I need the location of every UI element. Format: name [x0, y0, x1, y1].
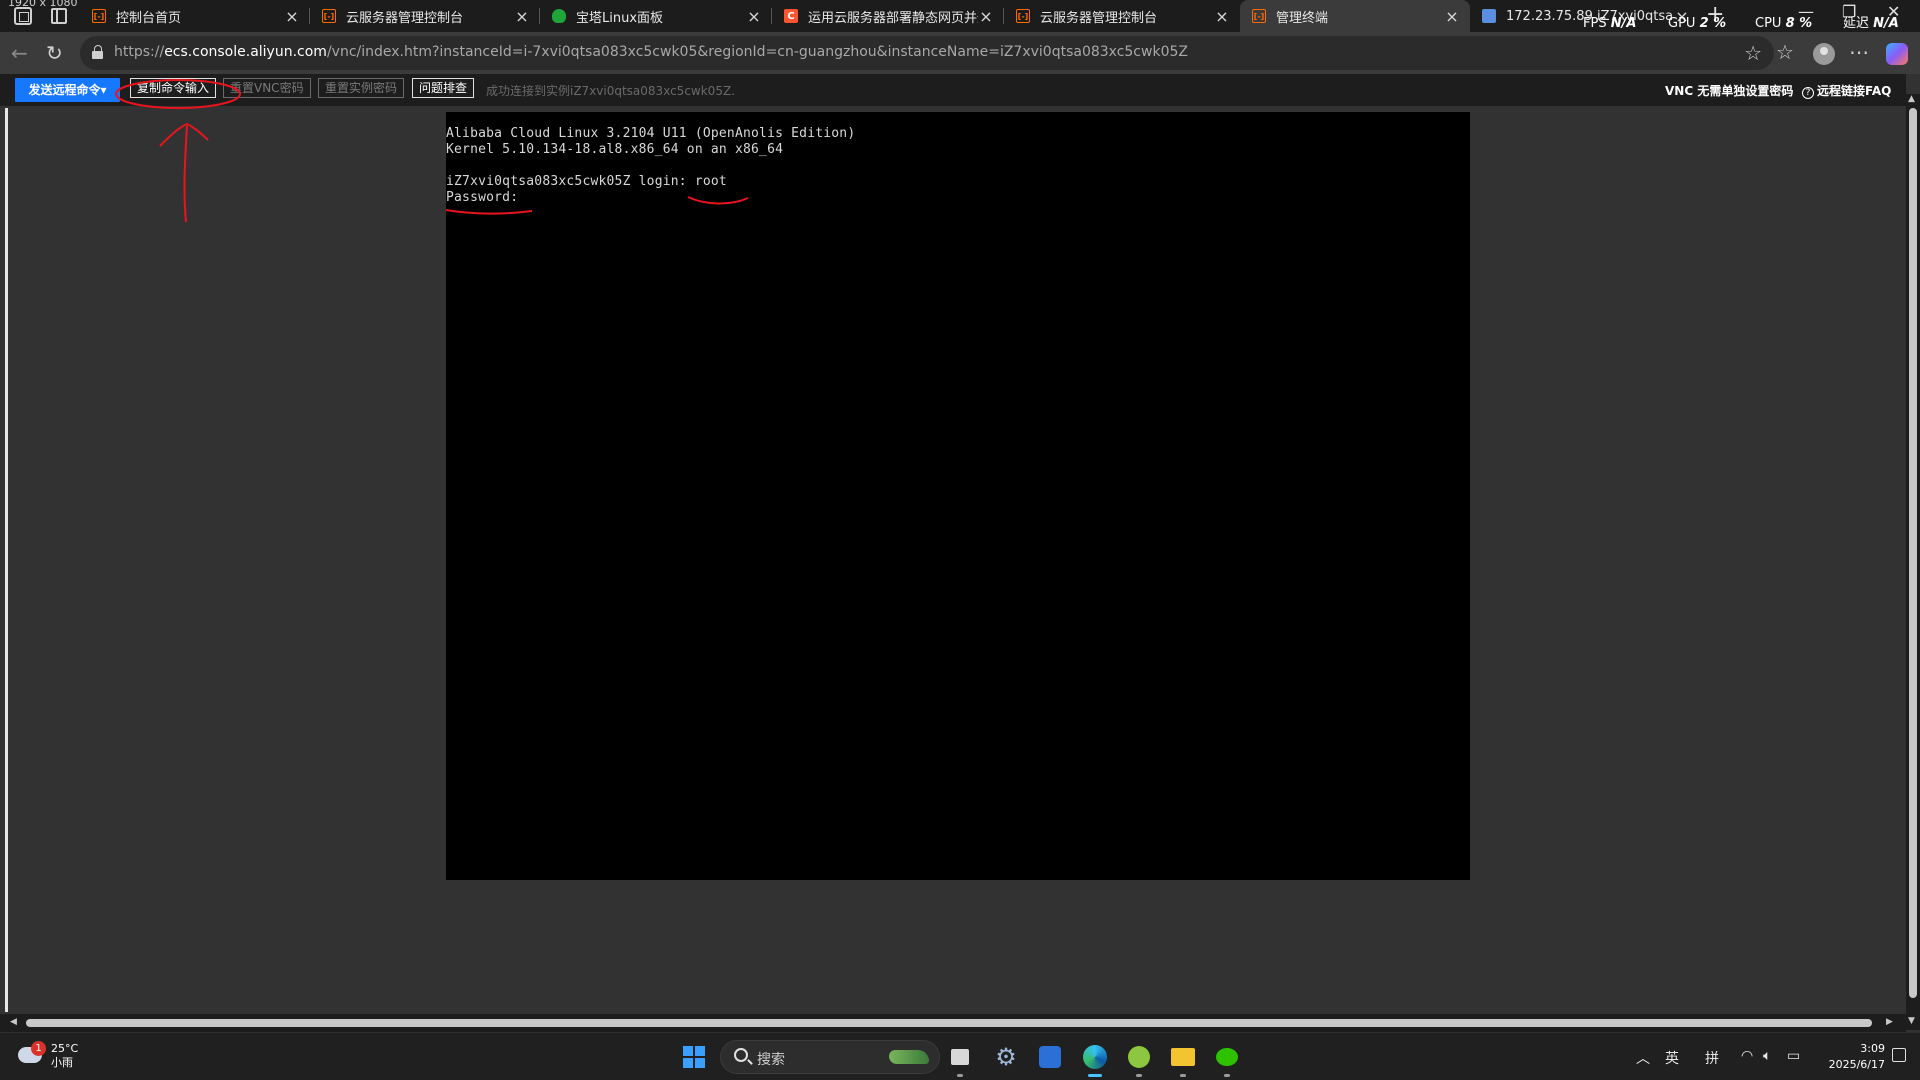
troubleshoot-button[interactable]: 问题排查: [412, 78, 475, 98]
vertical-scrollbar[interactable]: ▲ ▼: [1906, 94, 1920, 1030]
copilot-icon[interactable]: [1886, 43, 1908, 65]
taskbar-search[interactable]: 搜索: [720, 1040, 940, 1074]
perf-fps: FPS N/A: [1583, 16, 1637, 31]
tab-title: 云服务器管理控制台: [346, 10, 464, 26]
windows-logo-icon: [683, 1046, 693, 1056]
tab-title: 云服务器管理控制台: [1040, 10, 1158, 26]
running-indicator: [1224, 1074, 1230, 1077]
perf-latency: 延迟 N/A: [1843, 16, 1899, 31]
reset-instance-password-button[interactable]: 重置实例密码: [318, 78, 405, 98]
tab-ecs-console[interactable]: [-] 云服务器管理控制台 ×: [310, 0, 540, 32]
start-button[interactable]: [683, 1046, 705, 1068]
browser-toolbar: ← ↻ https://ecs.console.aliyun.com/vnc/i…: [0, 32, 1920, 74]
ime-mode-indicator[interactable]: 拼: [1705, 1048, 1719, 1068]
tab-bt-panel[interactable]: 宝塔Linux面板 ×: [540, 0, 772, 32]
copy-command-input-button[interactable]: 复制命令输入: [130, 78, 217, 98]
volume-icon[interactable]: 🔈︎: [1763, 1048, 1771, 1064]
perf-gpu: GPU 2 %: [1668, 16, 1727, 31]
search-icon: [734, 1048, 748, 1062]
vnc-terminal-screen[interactable]: Alibaba Cloud Linux 3.2104 U11 (OpenAnol…: [446, 112, 1470, 880]
help-icon: ?: [1802, 87, 1814, 99]
tab-title: 控制台首页: [116, 10, 182, 26]
url-text[interactable]: https://ecs.console.aliyun.com/vnc/index…: [114, 44, 1188, 60]
tab-actions-icon[interactable]: [51, 8, 67, 24]
favorite-star-icon[interactable]: ☆: [1744, 41, 1762, 65]
scroll-up-icon[interactable]: ▲: [1908, 94, 1915, 104]
lock-icon[interactable]: [92, 45, 104, 59]
vscode-like-app-icon[interactable]: [1035, 1042, 1065, 1072]
tab-console-home[interactable]: [-] 控制台首页 ×: [80, 0, 310, 32]
profile-avatar[interactable]: [1813, 43, 1835, 65]
terminal-line: Alibaba Cloud Linux 3.2104 U11 (OpenAnol…: [446, 126, 856, 141]
wechat-icon[interactable]: [1212, 1042, 1242, 1077]
taskbar-clock[interactable]: 3:09 2025/6/17: [1810, 1041, 1885, 1073]
scroll-thumb[interactable]: [26, 1019, 1872, 1027]
terminal-line: Password:: [446, 190, 519, 205]
aliyun-icon: [-]: [1252, 9, 1266, 23]
tab-title: 管理终端: [1276, 10, 1329, 26]
refresh-icon[interactable]: ↻: [46, 42, 63, 64]
vnc-toolbar: 发送远程命令▾ 复制命令输入 重置VNC密码 重置实例密码 问题排查 成功连接到…: [0, 74, 1906, 106]
close-icon[interactable]: ×: [1214, 7, 1230, 26]
ime-lang-indicator[interactable]: 英: [1665, 1048, 1679, 1068]
address-bar[interactable]: https://ecs.console.aliyun.com/vnc/index…: [80, 36, 1774, 70]
running-indicator: [1088, 1074, 1102, 1077]
connection-status: 成功连接到实例iZ7xvi0qtsa083xc5cwk05Z.: [486, 84, 735, 98]
close-icon[interactable]: ×: [514, 7, 530, 26]
scroll-thumb[interactable]: [1909, 108, 1917, 998]
search-placeholder: 搜索: [757, 1052, 785, 1068]
aliyun-icon: [-]: [322, 9, 336, 23]
back-arrow-icon[interactable]: ←: [11, 42, 28, 64]
remote-faq-link[interactable]: ? 远程链接FAQ: [1802, 82, 1891, 99]
aliyun-icon: [-]: [1016, 9, 1030, 23]
vnc-password-note: VNC 无需单独设置密码: [1665, 84, 1794, 98]
aliyun-icon: [-]: [92, 9, 106, 23]
close-icon[interactable]: ×: [284, 7, 300, 26]
tab-csdn-article[interactable]: C 运用云服务器部署静态网页并通 ×: [772, 0, 1004, 32]
more-menu-icon[interactable]: ⋯: [1849, 40, 1869, 64]
file-explorer-icon[interactable]: [1168, 1042, 1198, 1077]
weather-widget[interactable]: 25°C 小雨: [51, 1042, 78, 1070]
tab-title: 宝塔Linux面板: [576, 10, 664, 26]
close-icon[interactable]: ×: [978, 7, 994, 26]
weather-badge: 1: [31, 1041, 46, 1056]
battery-icon[interactable]: ▭: [1787, 1048, 1800, 1064]
vnc-page: 发送远程命令▾ 复制命令输入 重置VNC密码 重置实例密码 问题排查 成功连接到…: [0, 74, 1920, 1032]
scroll-down-icon[interactable]: ▼: [1908, 1016, 1915, 1026]
browser-tab-strip: 1920 x 1080 [-] 控制台首页 × [-] 云服务器管理控制台 × …: [0, 0, 1920, 32]
running-indicator: [1180, 1074, 1186, 1077]
task-view-icon[interactable]: [945, 1042, 975, 1077]
favorites-icon[interactable]: ☆: [1776, 40, 1794, 64]
green-app-icon[interactable]: [1124, 1042, 1154, 1077]
running-indicator: [957, 1074, 963, 1077]
scroll-right-icon[interactable]: ▶: [1886, 1017, 1893, 1027]
terminal-line: Kernel 5.10.134-18.al8.x86_64 on an x86_…: [446, 142, 784, 157]
terminal-line: iZ7xvi0qtsa083xc5cwk05Z login: root: [446, 174, 727, 189]
search-highlight-icon: [889, 1050, 929, 1064]
tab-ecs-console-2[interactable]: [-] 云服务器管理控制台 ×: [1004, 0, 1240, 32]
close-icon[interactable]: ×: [1444, 7, 1460, 26]
notification-icon[interactable]: [1892, 1048, 1906, 1062]
scroll-left-icon[interactable]: ◀: [10, 1017, 17, 1027]
close-icon[interactable]: ×: [746, 7, 762, 26]
tab-management-terminal[interactable]: [-] 管理终端 ×: [1240, 0, 1470, 32]
left-edge-bar: [5, 108, 8, 1012]
tab-title: 运用云服务器部署静态网页并通: [808, 10, 978, 26]
perf-cpu: CPU 8 %: [1755, 16, 1813, 31]
wifi-icon[interactable]: ◠: [1741, 1048, 1753, 1064]
bt-panel-icon: [552, 9, 566, 23]
remote-desktop-icon: [1482, 9, 1496, 23]
reset-vnc-password-button[interactable]: 重置VNC密码: [223, 78, 311, 98]
workspaces-icon[interactable]: [14, 7, 32, 25]
settings-gear-icon[interactable]: ⚙: [991, 1042, 1021, 1072]
tray-expand-icon[interactable]: ︿: [1636, 1048, 1650, 1068]
edge-browser-icon[interactable]: [1080, 1042, 1110, 1077]
running-indicator: [1136, 1074, 1142, 1077]
windows-taskbar: 1 25°C 小雨 搜索 ⚙ ︿ 英 拼 ◠ 🔈︎ ▭ 3:09 2025/6/…: [0, 1032, 1920, 1080]
csdn-icon: C: [784, 9, 798, 23]
send-remote-command-button[interactable]: 发送远程命令▾: [15, 78, 120, 102]
horizontal-scrollbar[interactable]: ◀ ▶: [0, 1014, 1906, 1032]
